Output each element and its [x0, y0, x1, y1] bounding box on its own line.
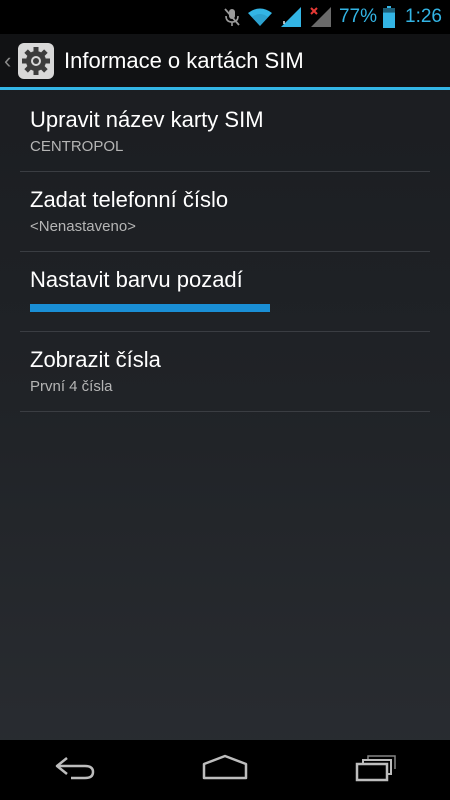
up-button[interactable]: ‹ [0, 34, 56, 87]
signal-icon [279, 5, 303, 29]
battery-percent: 77% [338, 6, 378, 27]
screen: 77% 1:26 ‹ Informace o kartách SIM Uprav… [0, 0, 450, 800]
list-item-display-numbers[interactable]: Zobrazit čísla První 4 čísla [20, 332, 430, 412]
list-item-phone-number[interactable]: Zadat telefonní číslo <Nenastaveno> [20, 172, 430, 252]
signal-no-data-icon [309, 5, 333, 29]
wifi-icon [247, 5, 273, 29]
back-icon [53, 754, 97, 787]
color-preview-bar [30, 304, 270, 312]
item-title: Zadat telefonní číslo [30, 187, 229, 212]
settings-gear-icon [16, 41, 56, 81]
item-summary: První 4 čísla [30, 378, 113, 395]
home-button[interactable] [180, 740, 270, 800]
recent-apps-icon [353, 754, 397, 787]
item-title: Zobrazit čísla [30, 347, 161, 372]
navigation-bar [0, 740, 450, 800]
list-item-background-color[interactable]: Nastavit barvu pozadí [20, 252, 430, 332]
list-item-edit-sim-name[interactable]: Upravit název karty SIM CENTROPOL [20, 92, 430, 172]
action-bar: ‹ Informace o kartách SIM [0, 34, 450, 90]
item-summary: CENTROPOL [30, 138, 124, 155]
battery-icon [383, 5, 396, 29]
recent-apps-button[interactable] [330, 740, 420, 800]
clock: 1:26 [405, 6, 442, 27]
muted-mic-icon [223, 5, 241, 29]
back-button[interactable] [30, 740, 120, 800]
item-summary: <Nenastaveno> [30, 218, 136, 235]
item-title: Nastavit barvu pozadí [30, 267, 243, 292]
home-icon [200, 754, 250, 787]
chevron-left-icon: ‹ [4, 47, 12, 73]
status-bar: 77% 1:26 [0, 0, 450, 34]
page-title: Informace o kartách SIM [64, 47, 304, 73]
preference-list: Upravit název karty SIM CENTROPOL Zadat … [20, 92, 430, 412]
item-title: Upravit název karty SIM [30, 107, 264, 132]
